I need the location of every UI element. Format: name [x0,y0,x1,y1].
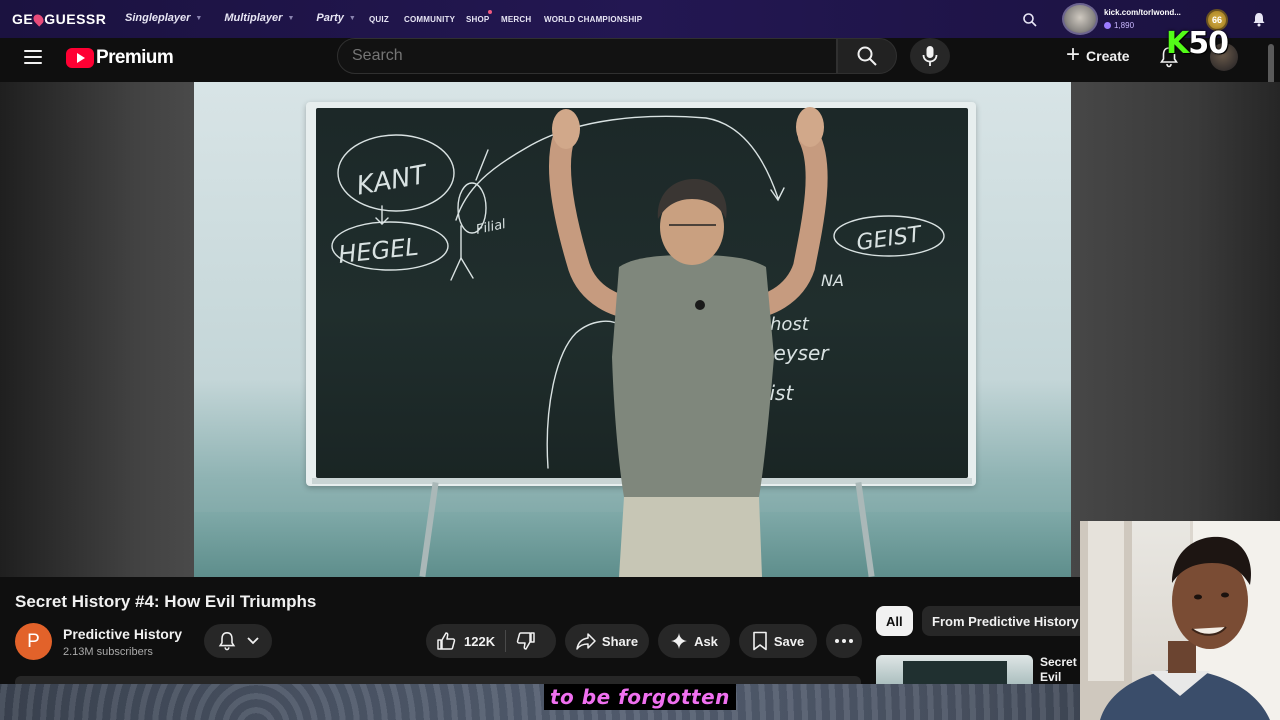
search-icon[interactable] [1022,12,1038,28]
geoguessr-username[interactable]: kick.com/torlwond... [1104,8,1181,17]
lecturer-figure [549,107,828,577]
board-text-hegel: HEGEL [337,233,420,269]
recommended-video-title[interactable]: Secret Evil [1040,655,1080,685]
channel-avatar[interactable]: P [15,623,52,660]
voice-search-button[interactable] [910,38,950,74]
nav-singleplayer[interactable]: Singleplayer ▼ [125,12,202,24]
subscribed-notifications-button[interactable] [204,624,272,658]
more-actions-button[interactable] [826,624,862,658]
plus-icon: + [1066,41,1081,68]
chip-all[interactable]: All [876,606,913,636]
share-button[interactable]: Share [565,624,649,658]
ambient-left [0,82,194,577]
bell-icon[interactable] [1252,12,1266,27]
divider [505,630,507,652]
create-button[interactable]: + Create [1058,41,1138,71]
caption-text: to be forgotten [544,684,736,710]
microphone-icon [922,46,938,66]
nav-party[interactable]: Party ▼ [316,12,355,24]
streamer-figure [1100,536,1270,720]
sparkle-icon [671,633,688,649]
geoguessr-avatar[interactable] [1062,3,1098,35]
menu-icon[interactable] [24,50,42,64]
board-text-kant: KANT [354,160,430,202]
like-dislike-group: 122K [426,624,556,658]
chevron-down-icon [247,637,259,645]
youtube-play-icon [66,48,94,68]
dislike-button[interactable] [516,631,536,651]
nav-quiz[interactable]: QUIZ [369,15,389,24]
bell-icon [218,632,236,651]
bookmark-icon [753,631,767,651]
notification-dot [488,10,492,14]
chevron-down-icon: ▼ [195,14,203,22]
search-button[interactable] [837,38,897,74]
description-box[interactable] [15,676,861,684]
ask-button[interactable]: Ask [658,624,730,658]
subscriber-count: 2.13M subscribers [63,646,153,658]
youtube-premium-logo[interactable]: Premium [66,47,174,69]
nav-multiplayer[interactable]: Multiplayer ▼ [224,12,294,24]
video-player[interactable]: KANT HEGEL GEIST Filial Ghost Geyser Gis… [194,82,1071,577]
youtube-header: Premium + Create [0,38,1280,82]
kick-overlay-counter: K50 [1166,26,1229,61]
thumbs-up-icon [437,632,456,650]
nav-shop[interactable]: SHOP [466,15,489,24]
search-icon [857,46,877,66]
video-title: Secret History #4: How Evil Triumphs [15,592,317,611]
nav-world-championship[interactable]: WORLD CHAMPIONSHIP [544,15,642,24]
nav-community[interactable]: COMMUNITY [404,15,455,24]
more-horizontal-icon [835,639,853,643]
coin-icon [1104,22,1111,29]
recommended-video-thumbnail[interactable] [876,655,1033,685]
coin-balance: 1,890 [1104,21,1134,30]
board-text-geist: GEIST [855,222,924,256]
save-button[interactable]: Save [739,624,817,658]
board-text-filial: Filial [475,217,508,238]
streamer-webcam [1080,521,1280,720]
geoguessr-top-bar: GE GUESSR Singleplayer ▼ Multiplayer ▼ Part… [0,0,1280,38]
chip-from-channel[interactable]: From Predictive History [922,606,1089,636]
geoguessr-logo[interactable]: GE GUESSR [12,11,106,27]
ambient-right [1071,82,1280,577]
chevron-down-icon: ▼ [348,14,356,22]
search-box [337,38,837,74]
like-button[interactable]: 122K [426,631,495,651]
chevron-down-icon: ▼ [287,14,295,22]
channel-name[interactable]: Predictive History [63,626,182,642]
share-icon [576,633,596,650]
geoguessr-nav: Singleplayer ▼ Multiplayer ▼ Party ▼ [125,12,378,24]
thumbs-down-icon [516,632,535,650]
thumbnail-board [903,661,1007,685]
nav-merch[interactable]: MERCH [501,15,531,24]
search-input[interactable] [338,39,818,73]
